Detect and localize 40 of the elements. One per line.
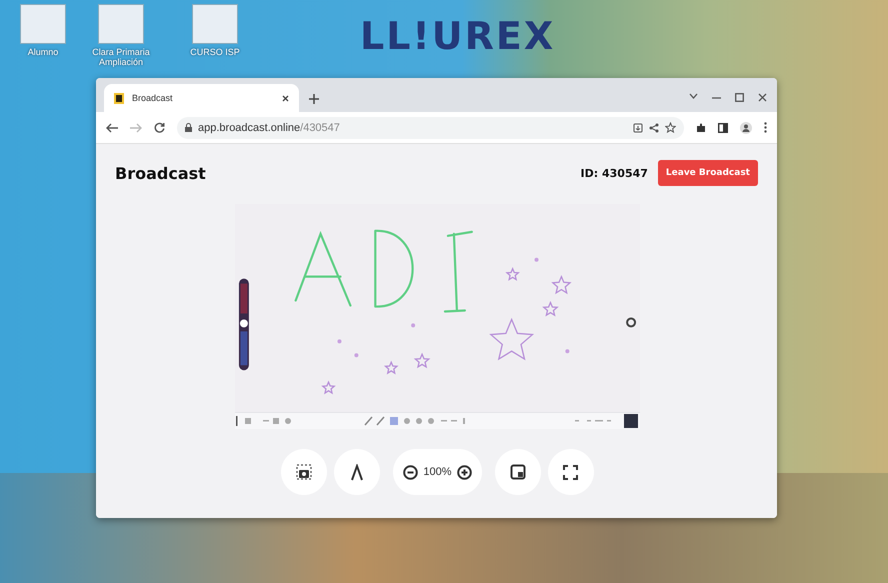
desktop-icon-label[interactable]: Clara Primaria Ampliación (80, 48, 162, 68)
side-panel-icon[interactable] (718, 122, 728, 132)
close-icon[interactable] (282, 94, 289, 102)
picture-in-picture-button[interactable] (494, 449, 541, 495)
camera-icon (296, 464, 312, 480)
app-title: Broadcast (115, 164, 206, 182)
file-thumbnail-icon[interactable] (98, 4, 144, 44)
pen-button[interactable] (334, 449, 380, 495)
profile-icon[interactable] (740, 122, 752, 134)
puzzle-piece-icon[interactable] (696, 122, 706, 132)
zoom-in-icon[interactable] (456, 464, 472, 480)
maximize-icon[interactable] (735, 93, 744, 102)
circle-icon[interactable] (626, 317, 636, 328)
new-tab-icon[interactable] (309, 94, 319, 104)
leave-broadcast-button[interactable]: Leave Broadcast (658, 160, 758, 186)
broadcast-id: ID: 430547 (580, 166, 648, 180)
file-thumbnail-icon[interactable] (192, 4, 238, 44)
install-icon[interactable] (633, 122, 643, 132)
zoom-level: 100% (423, 466, 452, 478)
compass-icon (350, 464, 364, 480)
zoom-out-icon[interactable] (403, 464, 418, 480)
screenshot-button[interactable] (281, 449, 328, 495)
desktop-icon-label[interactable]: Alumno (28, 48, 58, 58)
chevron-down-icon[interactable] (689, 93, 698, 99)
close-icon[interactable] (758, 93, 767, 102)
favicon-icon (114, 92, 124, 104)
picture-in-picture-icon (510, 464, 526, 480)
star-icon[interactable] (665, 122, 676, 133)
browser-tab[interactable]: Broadcast (104, 84, 299, 112)
desktop-icon-label[interactable]: CURSO ISP (190, 48, 240, 58)
share-icon[interactable] (649, 122, 659, 132)
lock-icon (185, 123, 192, 132)
file-thumbnail-icon[interactable] (20, 4, 66, 44)
address-bar[interactable]: app.broadcast.online/430547 (177, 116, 684, 138)
fullscreen-icon (563, 464, 578, 480)
reload-icon[interactable] (154, 122, 165, 133)
color-palette-drawing[interactable] (238, 278, 249, 370)
fullscreen-button[interactable] (548, 449, 594, 495)
more-options-icon[interactable] (764, 122, 767, 133)
back-arrow-icon[interactable] (106, 122, 118, 132)
